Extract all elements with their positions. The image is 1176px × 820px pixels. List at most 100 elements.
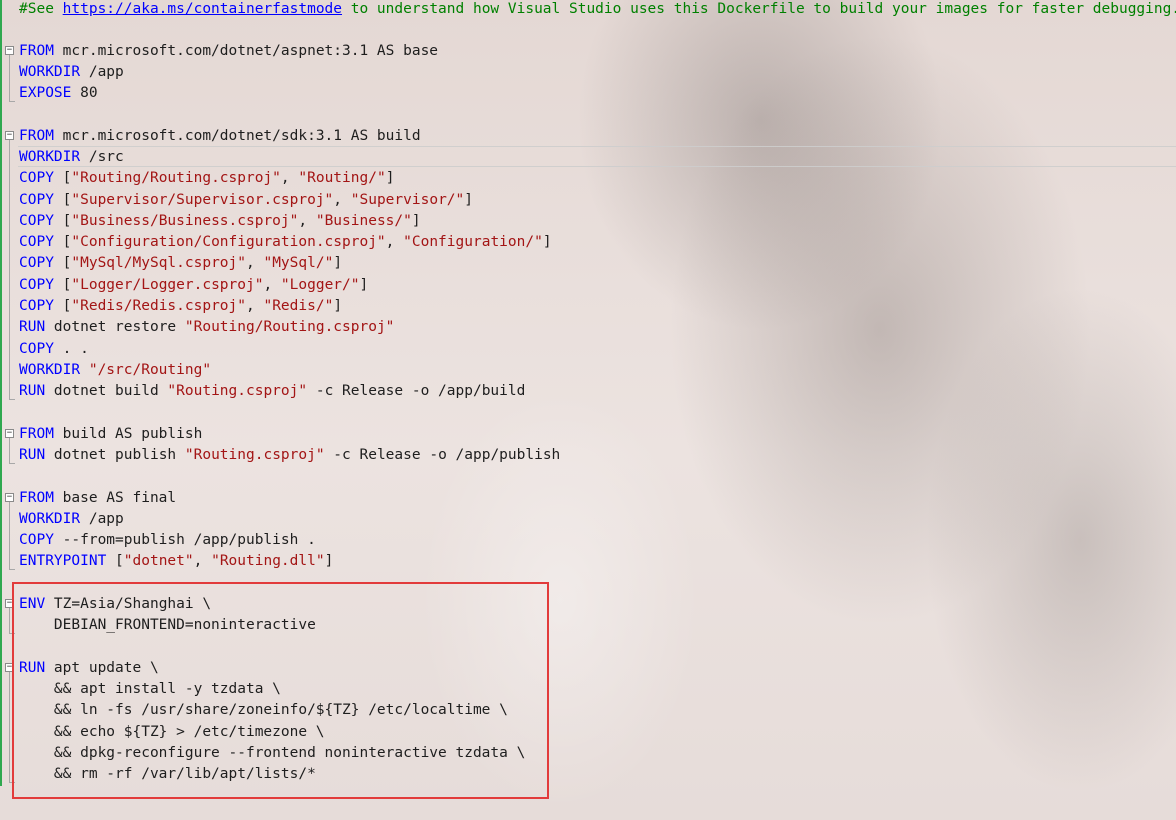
code-line[interactable]: COPY ["Business/Business.csproj", "Busin…: [19, 211, 421, 232]
code-text: ]: [333, 255, 343, 271]
code-text: 80: [71, 85, 98, 101]
string-literal: "Business/": [315, 213, 412, 229]
code-text: mcr.microsoft.com/dotnet/aspnet:3.1 AS b…: [53, 43, 439, 59]
code-text: ]: [324, 553, 334, 569]
code-line[interactable]: RUN dotnet publish "Routing.csproj" -c R…: [19, 445, 560, 466]
code-line[interactable]: WORKDIR /src: [19, 147, 124, 168]
code-text: && apt install -y tzdata \: [19, 681, 281, 697]
fold-guide: [9, 55, 10, 101]
code-text: && ln -fs /usr/share/zoneinfo/${TZ} /etc…: [19, 702, 508, 718]
code-line[interactable]: COPY . .: [19, 339, 89, 360]
code-text: ]: [359, 277, 369, 293]
code-text: ,: [385, 234, 404, 250]
fold-guide-end: [9, 782, 15, 783]
code-line[interactable]: ENTRYPOINT ["dotnet", "Routing.dll"]: [19, 551, 333, 572]
string-literal: "MySql/": [263, 255, 334, 271]
current-line-highlight: [18, 146, 1176, 167]
fold-guide-end: [9, 101, 15, 102]
fold-toggle-icon[interactable]: −: [5, 599, 14, 608]
string-literal: "/src/Routing": [88, 362, 212, 378]
code-line[interactable]: WORKDIR /app: [19, 509, 124, 530]
code-line[interactable]: FROM mcr.microsoft.com/dotnet/aspnet:3.1…: [19, 41, 438, 62]
code-line[interactable]: COPY ["Logger/Logger.csproj", "Logger/"]: [19, 275, 368, 296]
string-literal: "Routing/Routing.csproj": [184, 319, 395, 335]
code-line[interactable]: RUN apt update \: [19, 658, 159, 679]
code-line[interactable]: FROM base AS final: [19, 488, 176, 509]
code-text: [: [53, 298, 72, 314]
string-literal: "dotnet": [123, 553, 194, 569]
keyword: ENTRYPOINT: [19, 553, 107, 569]
code-line[interactable]: COPY ["Supervisor/Supervisor.csproj", "S…: [19, 190, 473, 211]
fold-toggle-icon[interactable]: −: [5, 131, 14, 140]
code-line[interactable]: COPY ["Configuration/Configuration.cspro…: [19, 232, 552, 253]
keyword: WORKDIR: [19, 64, 81, 80]
code-line[interactable]: EXPOSE 80: [19, 83, 98, 104]
comment-link[interactable]: https://aka.ms/containerfastmode: [63, 1, 342, 17]
code-line[interactable]: RUN dotnet restore "Routing/Routing.cspr…: [19, 317, 394, 338]
fold-toggle-icon[interactable]: −: [5, 429, 14, 438]
code-line[interactable]: && echo ${TZ} > /etc/timezone \: [19, 722, 325, 743]
code-line[interactable]: && rm -rf /var/lib/apt/lists/*: [19, 764, 316, 785]
code-text: apt update \: [45, 660, 159, 676]
code-line[interactable]: DEBIAN_FRONTEND=noninteractive: [19, 615, 316, 636]
code-line[interactable]: COPY ["Redis/Redis.csproj", "Redis/"]: [19, 296, 342, 317]
fold-guide: [9, 672, 10, 782]
fold-toggle-icon[interactable]: −: [5, 46, 14, 55]
string-literal: "Routing.dll": [211, 553, 325, 569]
keyword: RUN: [19, 383, 46, 399]
fold-guide-end: [9, 463, 15, 464]
keyword: COPY: [19, 213, 54, 229]
code-text: ,: [263, 277, 281, 293]
code-line[interactable]: ENV TZ=Asia/Shanghai \: [19, 594, 211, 615]
fold-toggle-icon[interactable]: −: [5, 663, 14, 672]
code-text: . .: [53, 341, 89, 357]
string-literal: "Routing/Routing.csproj": [71, 170, 281, 186]
code-text: && rm -rf /var/lib/apt/lists/*: [19, 766, 316, 782]
code-line[interactable]: && apt install -y tzdata \: [19, 679, 281, 700]
code-line[interactable]: && dpkg-reconfigure --frontend nonintera…: [19, 743, 525, 764]
string-literal: "Configuration/": [403, 234, 543, 250]
code-line[interactable]: WORKDIR /app: [19, 62, 124, 83]
code-line[interactable]: WORKDIR "/src/Routing": [19, 360, 211, 381]
code-line[interactable]: COPY ["MySql/MySql.csproj", "MySql/"]: [19, 253, 342, 274]
fold-toggle-icon[interactable]: −: [5, 493, 14, 502]
code-text: /app: [80, 64, 124, 80]
keyword: RUN: [19, 319, 46, 335]
keyword: WORKDIR: [19, 149, 81, 165]
fold-guide: [9, 608, 10, 633]
keyword: COPY: [19, 192, 54, 208]
code-text: /app: [80, 511, 124, 527]
code-line[interactable]: FROM mcr.microsoft.com/dotnet/sdk:3.1 AS…: [19, 126, 421, 147]
fold-guide: [9, 140, 10, 399]
code-line-comment[interactable]: #See https://aka.ms/containerfastmode to…: [19, 0, 1176, 20]
code-line[interactable]: COPY --from=publish /app/publish .: [19, 530, 316, 551]
code-text: DEBIAN_FRONTEND=noninteractive: [19, 617, 316, 633]
keyword: COPY: [19, 532, 54, 548]
code-line[interactable]: && ln -fs /usr/share/zoneinfo/${TZ} /etc…: [19, 700, 508, 721]
keyword: WORKDIR: [19, 362, 81, 378]
code-text: [: [53, 213, 72, 229]
code-text: [: [53, 255, 72, 271]
code-text: build AS publish: [53, 426, 203, 442]
code-text: [: [53, 234, 72, 250]
code-line[interactable]: COPY ["Routing/Routing.csproj", "Routing…: [19, 168, 394, 189]
code-text: ]: [542, 234, 552, 250]
code-text: mcr.microsoft.com/dotnet/sdk:3.1 AS buil…: [53, 128, 421, 144]
code-line[interactable]: RUN dotnet build "Routing.csproj" -c Rel…: [19, 381, 525, 402]
string-literal: "Supervisor/": [350, 192, 465, 208]
code-text: ,: [246, 298, 264, 314]
code-line[interactable]: FROM build AS publish: [19, 424, 202, 445]
keyword: WORKDIR: [19, 511, 81, 527]
string-literal: "MySql/MySql.csproj": [71, 255, 246, 271]
code-editor[interactable]: − − − − − − #See https://aka.ms/containe…: [0, 0, 1176, 820]
code-text: [: [53, 170, 72, 186]
code-text: ,: [193, 553, 212, 569]
fold-guide: [9, 438, 10, 463]
code-text: -c Release -o /app/build: [307, 383, 526, 399]
string-literal: "Business/Business.csproj": [71, 213, 299, 229]
code-text: base AS final: [53, 490, 177, 506]
keyword: FROM: [19, 490, 54, 506]
keyword: COPY: [19, 234, 54, 250]
code-text: ]: [385, 170, 395, 186]
